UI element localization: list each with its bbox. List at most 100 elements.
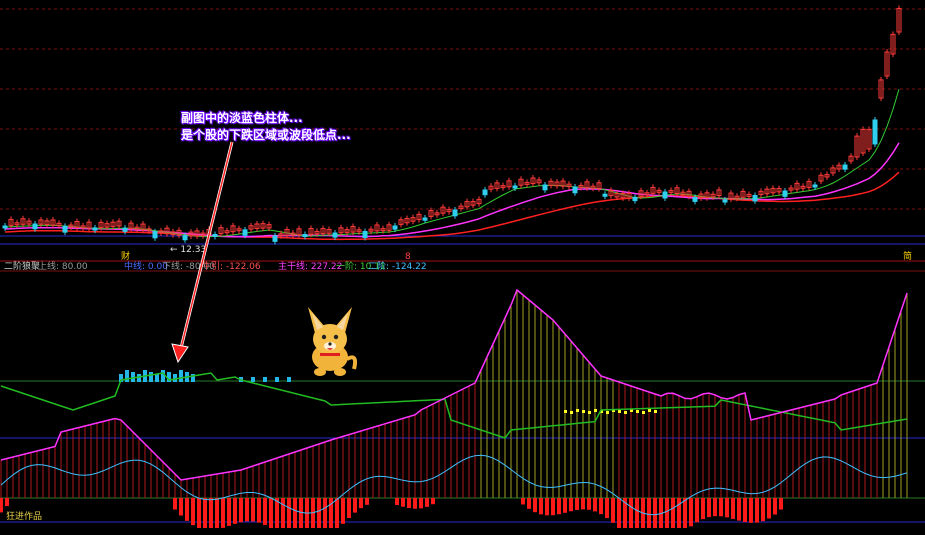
bottom-bar [695,498,699,523]
bottom-bar [581,498,585,510]
signal-bar [179,370,183,382]
yellow-dot [624,411,627,414]
dog-paw [334,368,346,376]
bottom-bar [179,498,183,516]
bottom-bar [317,498,321,528]
candle [752,195,758,202]
indicator-panel [0,288,908,528]
yellow-dot [588,411,591,414]
credit-text: 狂进作品 [6,512,43,522]
bottom-bar [257,498,261,523]
bottom-bar [521,498,525,505]
signal-bar [275,377,279,382]
indicator-item: 主干线: 227.22 [278,260,342,272]
candle [542,184,548,191]
signal-bar [155,374,159,382]
bottom-bar [0,498,3,513]
signal-bar [251,377,255,382]
main-line [0,288,908,481]
candle [842,164,848,170]
bottom-bar [269,498,273,528]
bottom-bar [593,498,597,512]
candle [242,229,248,236]
candle [272,235,278,242]
bottom-bar [395,498,399,506]
bottom-bar [353,498,357,513]
bottom-bar [347,498,351,518]
bottom-bar [293,498,297,528]
candle [182,235,188,241]
signal-bar [173,374,177,382]
bottom-bar [647,498,651,528]
candle [392,225,398,230]
bottom-bar [245,498,249,522]
bottom-bar [719,498,723,517]
indicator-item: 牛引: -122.06 [202,260,261,272]
dog-tail [346,355,358,370]
bottom-bar [221,498,225,528]
marker-right: 简 [903,250,912,262]
yellow-dot [642,411,645,414]
yellow-dot [564,410,567,413]
bottom-bar [749,498,753,523]
yellow-dot [606,411,609,414]
yellow-dot [648,409,651,412]
bottom-bar [203,498,207,528]
bottom-bar [323,498,327,528]
bottom-bar [671,498,675,528]
candle [782,190,788,197]
signal-bar [287,377,291,382]
dog-eye [321,334,327,340]
bottom-bar [755,498,759,523]
bottom-bar [743,498,747,523]
candle [722,199,728,203]
bottom-bar [683,498,687,528]
candle [692,196,698,202]
bottom-bar [215,498,219,528]
bottom-bar [701,498,705,520]
bottom-bar [191,498,195,526]
candle [32,223,38,230]
signal-bar [137,374,141,382]
bottom-bar [281,498,285,528]
candle [2,225,8,229]
bottom-bar [425,498,429,507]
bottom-bar [401,498,405,507]
marker-cai: 财 [121,250,130,262]
bottom-bar [611,498,615,523]
bottom-bar [413,498,417,509]
first-order-line [0,372,908,439]
dog-paw [314,368,326,376]
indicator-name: 二阶狼聚 [4,260,40,272]
bottom-bar [197,498,201,528]
candle [572,186,578,194]
yellow-dot [582,410,585,413]
candle [122,227,128,232]
annotation-text: 副图中的淡蓝色柱体... 是个股的下跌区域或波段低点... [181,110,351,144]
candle [302,234,308,237]
bottom-bar [635,498,639,528]
candle [812,184,818,188]
bottom-bar [737,498,741,521]
indicator-item: 二阶: -124.22 [368,260,427,272]
yellow-dot [654,410,657,413]
ma-short [4,89,900,238]
bottom-bar [569,498,573,512]
bottom-bar [5,498,9,507]
bottom-bar [629,498,633,528]
candle [512,185,518,189]
bottom-bar [251,498,255,522]
bottom-bar [545,498,549,516]
signal-bar [149,372,153,382]
bottom-bar [209,498,213,528]
bottom-bar [263,498,267,525]
bottom-bar [665,498,669,528]
bottom-bar [341,498,345,524]
bottom-bar [707,498,711,518]
candle [212,233,218,237]
yellow-dot [570,411,573,414]
candle [62,225,68,233]
second-order-line [0,454,908,516]
candle [482,189,488,196]
signal-bar [125,370,129,382]
